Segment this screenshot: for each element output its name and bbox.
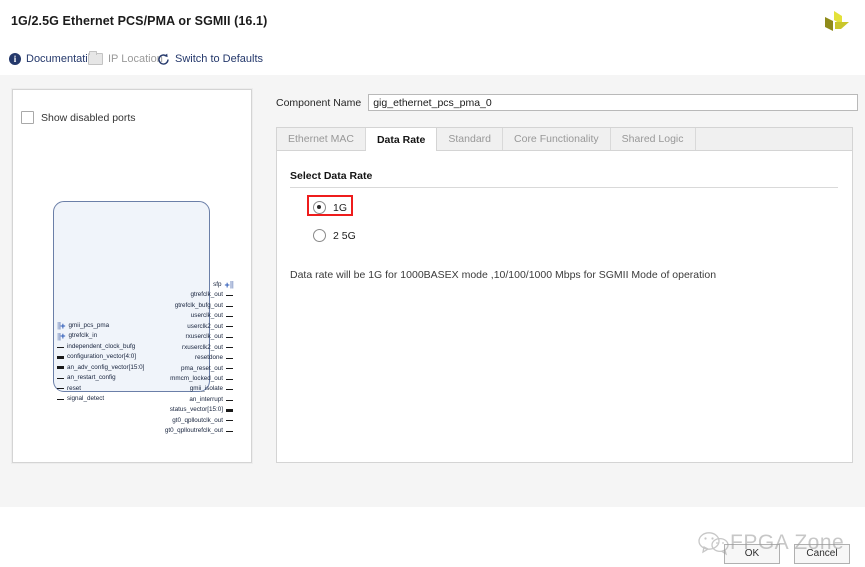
info-icon: i [9,53,21,65]
component-name-label: Component Name [276,96,362,109]
dialog-header: 1G/2.5G Ethernet PCS/PMA or SGMII (16.1) [0,0,865,44]
diagram-port: userclk2_out [73,322,233,332]
radio-option-1g[interactable]: 1G [313,201,347,214]
diagram-port-label: gtrefclk_bufg_out [174,301,223,309]
diagram-port: userclk_out [73,311,233,321]
component-name-row: Component Name [276,94,859,111]
block-diagram-panel: Show disabled ports ||| + gmii_pcs_pma ||| +… [12,89,252,463]
tab-label: Core Functionality [514,133,599,145]
checkbox-box-icon [21,111,34,124]
xilinx-logo-icon [815,8,853,38]
page-title: 1G/2.5G Ethernet PCS/PMA or SGMII (16.1) [11,14,268,28]
diagram-port: rxuserclk_out [73,332,233,342]
radio-circle-2-5g-icon [313,229,326,242]
diagram-port: gtrefclk_bufg_out [73,301,233,311]
diagram-port-label: sfp [213,281,222,288]
tab-label: Data Rate [376,133,426,146]
tab-shared-logic[interactable]: Shared Logic [610,128,696,150]
diagram-port-label: pma_reset_out [180,364,223,372]
switch-to-defaults-link[interactable]: Switch to Defaults [157,50,263,68]
wire-pin-icon [226,295,233,297]
bus-pin-icon [226,408,233,412]
radio-circle-1g-icon [313,201,326,214]
wire-pin-icon [226,430,233,432]
diagram-port: sfp + ||| [73,280,234,290]
wire-pin-icon [226,389,233,391]
diagram-port-label: mmcm_locked_out [170,374,223,382]
wire-pin-icon [226,347,233,349]
diagram-port-label: gtrefclk_out [190,291,223,299]
port-expand-icon[interactable]: + [60,332,65,341]
wire-pin-icon [226,336,233,338]
ip-location-label: IP Location [108,53,163,65]
tab-bar: Ethernet MAC Data Rate Standard Core Functi… [277,128,852,151]
tab-label: Ethernet MAC [288,133,354,145]
bus-pin-icon [57,366,64,370]
configuration-panel: Ethernet MAC Data Rate Standard Core Functi… [276,127,853,463]
switch-to-defaults-label: Switch to Defaults [175,53,264,65]
wire-pin-icon [226,378,233,380]
bus-pin-icon [57,356,64,360]
wire-pin-icon [226,326,233,328]
wire-pin-icon [226,305,233,307]
tab-standard[interactable]: Standard [437,128,504,150]
tab-ethernet-mac[interactable]: Ethernet MAC [277,128,366,150]
tab-core-functionality[interactable]: Core Functionality [503,128,611,150]
diagram-port-label: userclk2_out [187,322,223,330]
diagram-port-label: resetdone [194,354,223,362]
diagram-port-label: gt0_qplloutrefclk_out [164,427,223,435]
diagram-port-label: userclk_out [190,312,223,320]
wire-pin-icon [57,346,64,348]
port-expand-icon[interactable]: + [60,321,65,331]
diagram-port: pma_reset_out [73,364,233,374]
wire-pin-icon [57,388,64,390]
diagram-port-label: rxuserclk2_out [182,343,223,351]
diagram-port: gtrefclk_out [73,290,233,300]
diagram-port: status_vector[15:0] [73,405,233,415]
folder-icon [88,51,103,65]
wire-pin-icon [226,368,233,370]
diagram-port-label: status_vector[15:0] [169,406,223,414]
wire-pin-icon [226,420,233,422]
data-rate-tab-content: Select Data Rate 1G 2 5G Data rate will … [277,151,852,461]
diagram-port-label: rxuserclk_out [185,333,223,341]
tab-data-rate[interactable]: Data Rate [365,128,438,151]
toolbar: i Documentation IP Location Switch to De… [0,43,865,76]
ok-button[interactable]: OK [724,544,780,564]
diagram-port: rxuserclk2_out [73,343,233,353]
diagram-port: mmcm_locked_out [73,374,233,384]
tab-label: Shared Logic [621,133,684,145]
tab-bar-filler [695,128,852,150]
wire-pin-icon [226,399,233,401]
diagram-port: gmii_isolate [73,384,233,394]
bus-bundle-icon: ||| [229,280,234,290]
diagram-output-ports: sfp + ||| gtrefclk_out gtrefclk_bufg_outuser… [73,280,234,437]
documentation-link[interactable]: i Documentation [9,50,100,68]
wire-pin-icon [57,377,64,379]
diagram-port-label: gmii_isolate [189,385,223,393]
refresh-icon [157,53,170,66]
wire-pin-icon [226,316,233,318]
diagram-port: an_interrupt [73,395,233,405]
wire-pin-icon [226,357,233,359]
show-disabled-ports-label: Show disabled ports [41,111,136,124]
radio-label-1g: 1G [333,201,348,214]
dialog-body: Show disabled ports ||| + gmii_pcs_pma ||| +… [0,75,865,564]
radio-option-2-5g[interactable]: 2 5G [313,229,356,242]
tab-label: Standard [448,133,492,145]
section-title: Select Data Rate [290,170,373,182]
diagram-port-label: gt0_qplloutclk_out [172,416,223,424]
diagram-port: gt0_qplloutrefclk_out [73,426,233,436]
diagram-port: gt0_qplloutclk_out [73,416,233,426]
data-rate-note: Data rate will be 1G for 1000BASEX mode … [290,269,717,281]
show-disabled-ports-checkbox[interactable]: Show disabled ports [21,111,136,124]
diagram-port: resetdone [73,353,233,363]
diagram-port-label: an_interrupt [189,395,223,403]
component-name-input[interactable] [368,94,859,111]
cancel-button[interactable]: Cancel [794,544,850,564]
radio-label-2-5g: 2 5G [333,229,356,242]
wire-pin-icon [57,398,64,400]
section-divider [290,187,838,188]
ip-location-link[interactable]: IP Location [88,50,163,68]
